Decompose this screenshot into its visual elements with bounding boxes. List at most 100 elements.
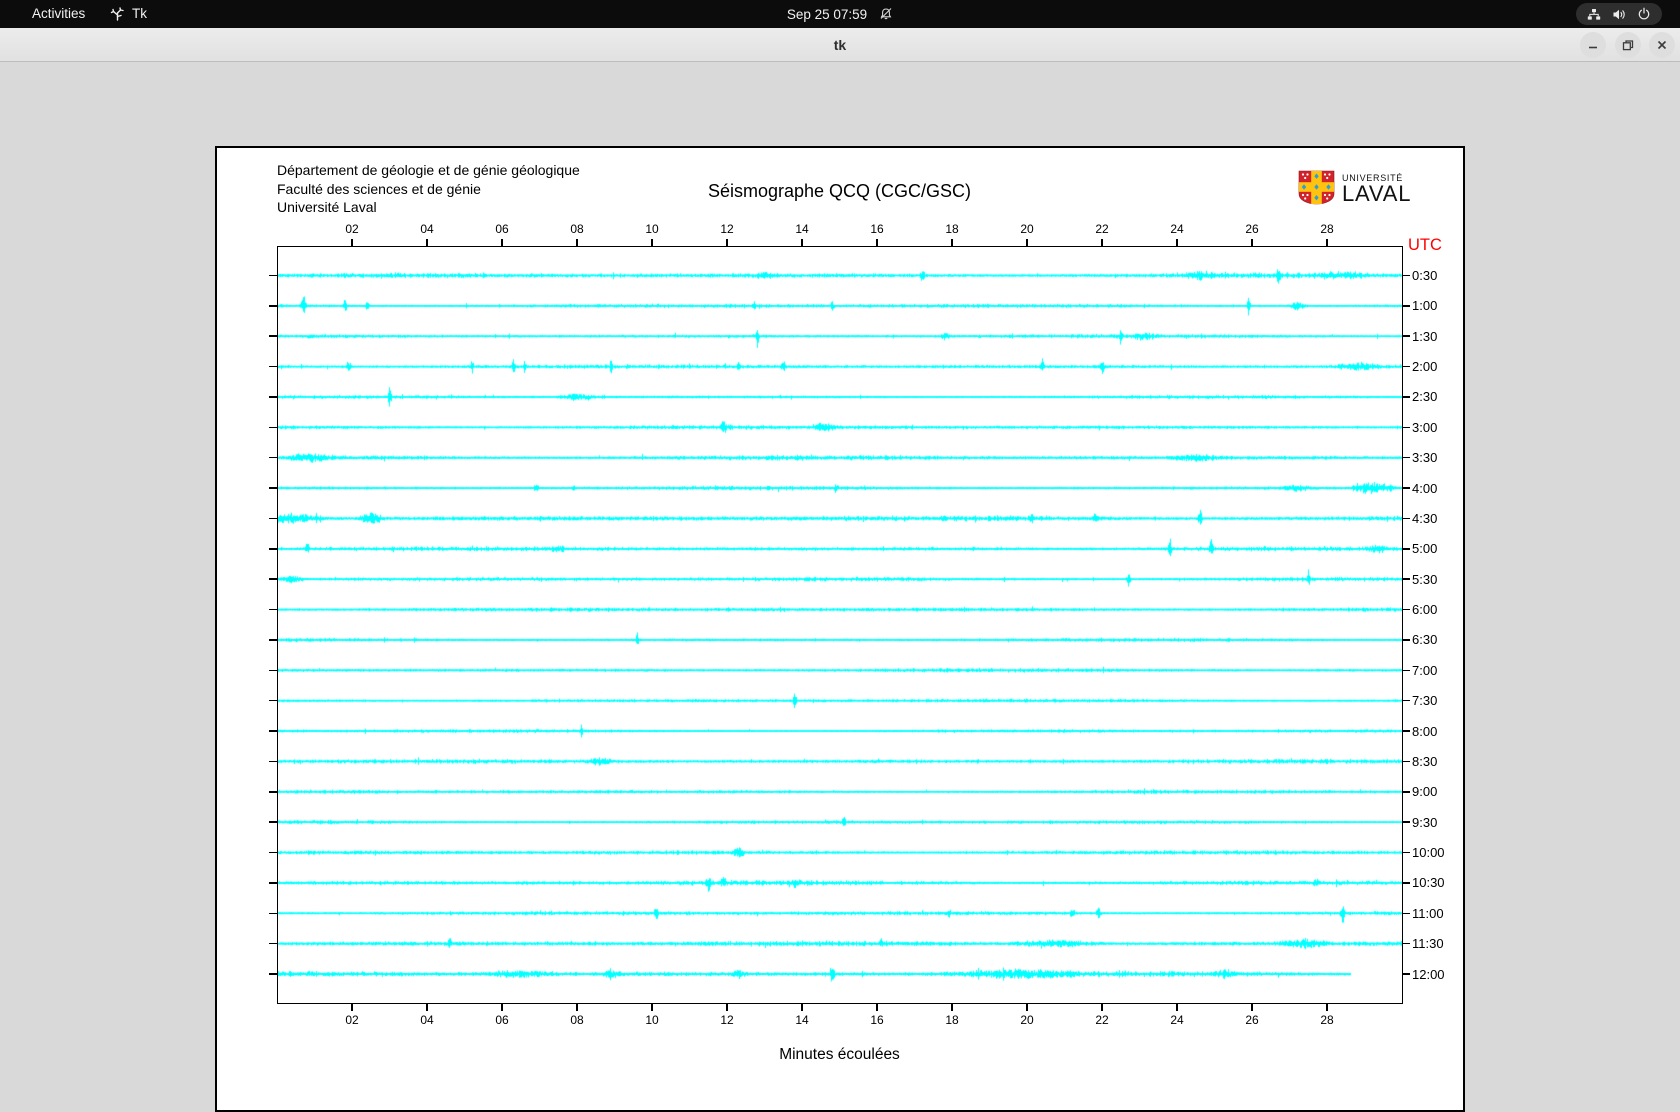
x-tick-top: [876, 239, 878, 246]
row-utc-label: 7:30: [1412, 693, 1438, 709]
row-tick-right: [1402, 730, 1410, 732]
x-tick-label-top: 28: [1320, 222, 1334, 236]
row-tick-right: [1402, 821, 1410, 823]
row-tick-right: [1402, 882, 1410, 884]
row-tick-left: [269, 578, 277, 580]
row-tick-right: [1402, 942, 1410, 945]
row-tick-right: [1402, 335, 1410, 337]
row-tick-right: [1402, 699, 1410, 702]
x-tick-top: [951, 239, 953, 246]
x-tick-label-top: 02: [345, 222, 359, 236]
row-tick-right: [1402, 851, 1410, 854]
row-utc-label: 12:00: [1412, 966, 1445, 982]
row-tick-right: [1402, 305, 1410, 307]
x-tick-label-top: 14: [795, 222, 809, 236]
x-tick-label-top: 12: [720, 222, 734, 236]
activities-button[interactable]: Activities: [18, 0, 99, 28]
x-tick-top: [351, 239, 353, 246]
clock-area: Sep 25 07:59: [0, 0, 1680, 28]
x-tick-label-bottom: 14: [795, 1013, 809, 1027]
x-tick-label-top: 16: [870, 222, 884, 236]
x-tick-bottom: [1176, 1004, 1178, 1011]
row-tick-left: [269, 791, 277, 793]
row-tick-right: [1402, 517, 1410, 520]
x-tick-label-bottom: 22: [1095, 1013, 1109, 1027]
row-utc-label: 10:00: [1412, 845, 1445, 861]
x-tick-label-top: 18: [945, 222, 959, 236]
minimize-button[interactable]: [1580, 32, 1606, 58]
row-tick-right: [1402, 548, 1410, 550]
x-tick-top: [651, 239, 653, 246]
row-utc-label: 3:00: [1412, 419, 1438, 435]
row-utc-label: 5:00: [1412, 541, 1438, 557]
x-tick-bottom: [651, 1004, 653, 1011]
row-tick-left: [269, 730, 277, 732]
x-tick-top: [501, 239, 503, 246]
row-utc-label: 3:30: [1412, 450, 1438, 466]
row-tick-left: [269, 456, 277, 459]
x-tick-bottom: [426, 1004, 428, 1011]
x-tick-label-bottom: 12: [720, 1013, 734, 1027]
tk-window-body: Département de géologie et de génie géol…: [0, 62, 1680, 1112]
row-tick-right: [1402, 760, 1410, 763]
x-tick-label-top: 06: [495, 222, 509, 236]
laval-crest-icon: [1298, 170, 1335, 210]
x-tick-label-top: 26: [1245, 222, 1259, 236]
x-tick-top: [1026, 239, 1028, 246]
row-tick-left: [269, 912, 277, 915]
row-utc-label: 2:00: [1412, 359, 1438, 375]
x-tick-top: [1251, 239, 1253, 246]
x-tick-bottom: [951, 1004, 953, 1011]
row-tick-right: [1402, 608, 1410, 611]
row-tick-left: [269, 760, 277, 763]
row-tick-left: [269, 548, 277, 550]
row-tick-left: [269, 365, 277, 368]
x-tick-top: [1176, 239, 1178, 246]
maximize-button[interactable]: [1615, 32, 1641, 58]
x-tick-label-bottom: 04: [420, 1013, 434, 1027]
app-menu[interactable]: Tk: [110, 0, 147, 28]
x-tick-bottom: [501, 1004, 503, 1011]
row-utc-label: 5:30: [1412, 571, 1438, 587]
row-utc-label: 2:30: [1412, 389, 1438, 405]
row-tick-left: [269, 335, 277, 337]
x-tick-label-bottom: 18: [945, 1013, 959, 1027]
row-utc-label: 6:30: [1412, 632, 1438, 648]
power-icon: [1637, 7, 1651, 21]
network-icon: [1587, 8, 1601, 21]
x-tick-label-bottom: 26: [1245, 1013, 1259, 1027]
x-tick-top: [801, 239, 803, 246]
x-tick-bottom: [876, 1004, 878, 1011]
x-tick-bottom: [576, 1004, 578, 1011]
row-utc-label: 4:00: [1412, 480, 1438, 496]
notifications-disabled-icon: [879, 7, 893, 21]
seismogram-canvas: [278, 247, 1402, 1003]
app-menu-label: Tk: [132, 6, 147, 21]
row-tick-left: [269, 882, 277, 884]
row-tick-right: [1402, 365, 1410, 368]
row-tick-right: [1402, 912, 1410, 915]
row-utc-label: 7:00: [1412, 662, 1438, 678]
row-tick-left: [269, 487, 277, 489]
x-tick-label-top: 10: [645, 222, 659, 236]
row-utc-label: 4:30: [1412, 510, 1438, 526]
x-tick-label-bottom: 02: [345, 1013, 359, 1027]
close-button[interactable]: [1649, 32, 1675, 58]
row-tick-left: [269, 517, 277, 520]
clock-label[interactable]: Sep 25 07:59: [787, 7, 867, 22]
row-utc-label: 9:30: [1412, 814, 1438, 830]
row-tick-right: [1402, 973, 1410, 975]
row-tick-right: [1402, 578, 1410, 580]
x-tick-label-top: 22: [1095, 222, 1109, 236]
system-tray[interactable]: [1576, 3, 1662, 25]
x-tick-bottom: [801, 1004, 803, 1011]
row-utc-label: 0:30: [1412, 268, 1438, 283]
x-tick-bottom: [1251, 1004, 1253, 1011]
x-tick-label-top: 04: [420, 222, 434, 236]
row-utc-label: 11:00: [1412, 905, 1444, 921]
volume-icon: [1612, 8, 1627, 21]
window-titlebar[interactable]: tk: [0, 28, 1680, 62]
x-tick-label-top: 20: [1020, 222, 1034, 236]
x-tick-label-bottom: 08: [570, 1013, 584, 1027]
x-tick-bottom: [1326, 1004, 1328, 1011]
